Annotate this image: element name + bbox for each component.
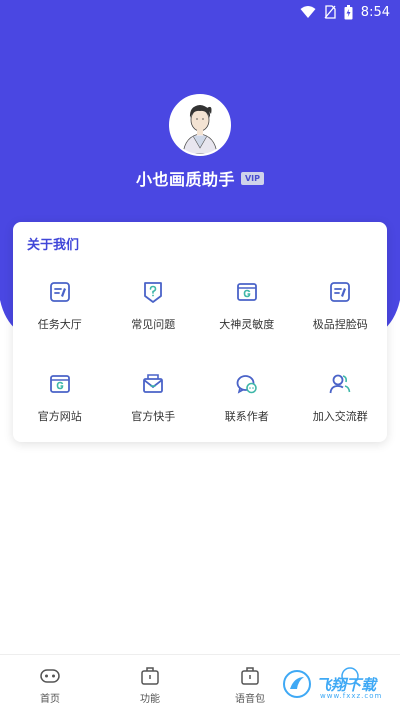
checklist-icon: [49, 282, 70, 302]
no-sim-icon: [324, 5, 336, 19]
watermark: 飞翔下载 www.fxxz.com: [282, 662, 397, 706]
gamepad-icon: [40, 669, 60, 683]
official-site-item[interactable]: 官方网站: [13, 362, 107, 454]
username: 小也画质助手: [135, 170, 235, 189]
g-browser-icon: [49, 375, 70, 393]
about-card: 关于我们 任务大厅 常见问题 大神灵敏度 极品捏脸码 官方网站 官方快手 联系作…: [13, 222, 387, 442]
wifi-icon: [300, 6, 316, 18]
watermark-subtext: www.fxxz.com: [320, 692, 383, 700]
question-shield-icon: [144, 282, 163, 303]
toolbox-icon: [141, 667, 159, 685]
battery-icon: [344, 4, 353, 19]
envelope-icon: [143, 374, 164, 393]
avatar-illustration: [171, 96, 229, 154]
about-grid: 任务大厅 常见问题 大神灵敏度 极品捏脸码 官方网站 官方快手 联系作者 加入交…: [13, 270, 387, 454]
nav-functions[interactable]: 功能: [100, 655, 200, 711]
status-bar: 8:54: [0, 0, 400, 24]
item-label: 官方网站: [37, 410, 82, 423]
chat-icon: [236, 375, 257, 394]
item-label: 大神灵敏度: [219, 318, 275, 331]
watermark-logo-icon: [283, 670, 311, 698]
profile-section: 小也画质助手 VIP: [0, 94, 400, 190]
status-time: 8:54: [360, 4, 390, 20]
contact-author-item[interactable]: 联系作者: [200, 362, 294, 454]
nav-label: 首页: [40, 694, 60, 705]
item-label: 常见问题: [131, 318, 176, 331]
g-window-icon: [236, 283, 257, 301]
toolbox-icon: [241, 667, 259, 685]
group-icon: [329, 374, 351, 394]
nav-home[interactable]: 首页: [0, 655, 100, 711]
name-row: 小也画质助手 VIP: [0, 166, 400, 190]
item-label: 官方快手: [131, 410, 176, 423]
task-hall-item[interactable]: 任务大厅: [13, 270, 107, 362]
item-label: 联系作者: [224, 410, 269, 423]
screen: 8:54 小也画质助手 VIP 关于我们 任务大厅 常见问题 大神灵敏度 极品捏…: [0, 0, 400, 711]
nav-label: 语音包: [235, 694, 265, 705]
nav-label: 功能: [140, 694, 160, 705]
vip-badge: VIP: [240, 171, 265, 185]
kuaishou-item[interactable]: 官方快手: [107, 362, 201, 454]
avatar[interactable]: [169, 94, 231, 156]
face-code-item[interactable]: 极品捏脸码: [294, 270, 388, 362]
item-label: 加入交流群: [312, 410, 368, 423]
item-label: 任务大厅: [37, 318, 82, 331]
checklist-icon: [330, 282, 351, 302]
faq-item[interactable]: 常见问题: [107, 270, 201, 362]
join-group-item[interactable]: 加入交流群: [294, 362, 388, 454]
item-label: 极品捏脸码: [312, 318, 368, 331]
sensitivity-item[interactable]: 大神灵敏度: [200, 270, 294, 362]
about-title: 关于我们: [27, 238, 80, 253]
